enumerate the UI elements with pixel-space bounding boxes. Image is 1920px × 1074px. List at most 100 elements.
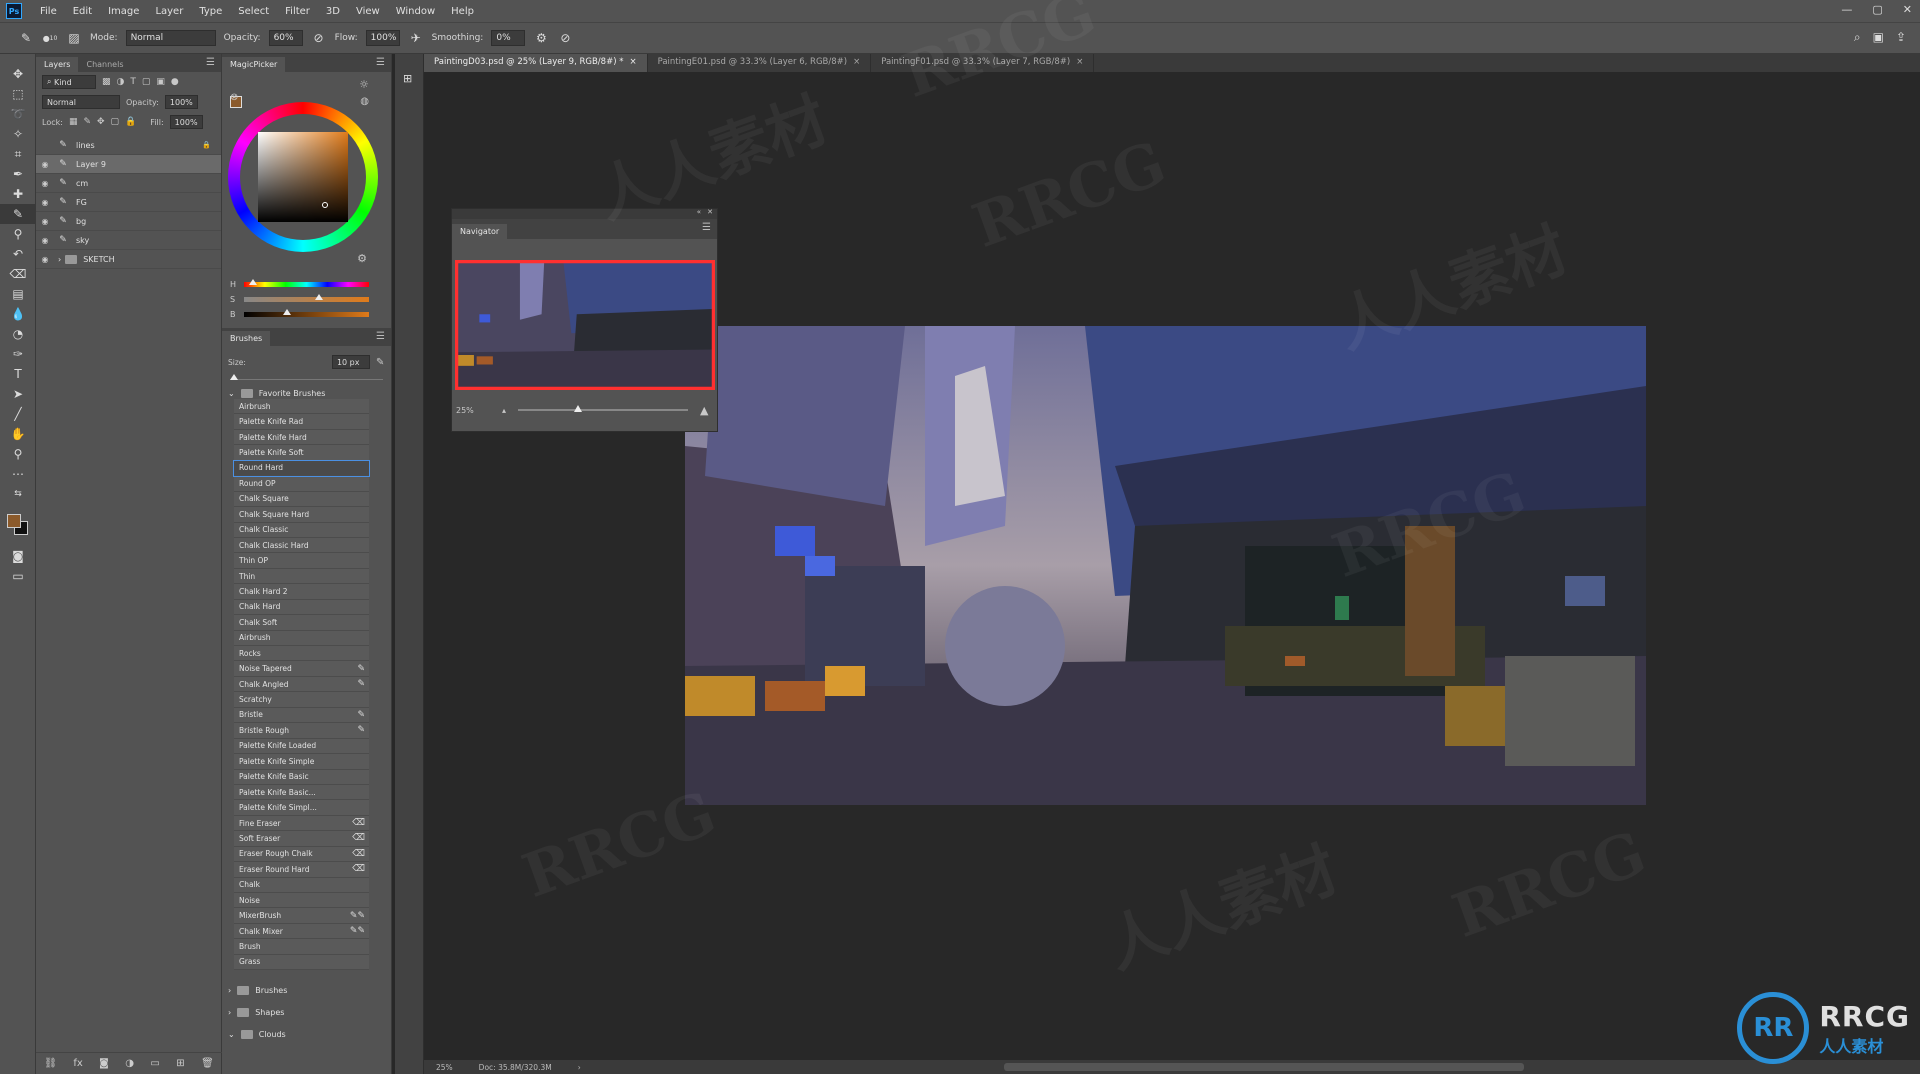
- brush-item[interactable]: Eraser Round Hard ⌫: [234, 862, 369, 878]
- settings-sun-icon[interactable]: ☼: [359, 78, 369, 91]
- panel-menu-icon[interactable]: ☰: [376, 57, 385, 68]
- brush-tool-icon[interactable]: ✎: [18, 30, 34, 46]
- menu-select[interactable]: Select: [230, 6, 277, 17]
- hsb-slider[interactable]: [244, 294, 369, 302]
- layer-kind-filter[interactable]: ⌕ Kind: [42, 75, 96, 89]
- brush-item[interactable]: Chalk Soft: [234, 615, 369, 631]
- close-tab-icon[interactable]: ×: [629, 57, 636, 67]
- brush-item[interactable]: Round Hard: [233, 459, 370, 478]
- close-icon[interactable]: ✕: [707, 208, 713, 216]
- visibility-eye-icon[interactable]: ◉: [36, 217, 54, 226]
- visibility-eye-icon[interactable]: ◉: [36, 160, 54, 169]
- brush-size-field[interactable]: 10 px: [331, 355, 370, 369]
- brush-tool-icon[interactable]: ✎: [0, 204, 36, 224]
- brush-item[interactable]: Palette Knife Rad: [234, 414, 369, 430]
- brush-item[interactable]: Airbrush: [234, 399, 369, 415]
- navigator-zoom-slider[interactable]: [518, 405, 689, 412]
- add-mask-icon[interactable]: ◙: [99, 1058, 109, 1069]
- brush-item[interactable]: Bristle ✎: [234, 707, 369, 724]
- layer-row[interactable]: ✎ lines 🔒: [36, 136, 221, 155]
- menu-file[interactable]: File: [32, 6, 65, 17]
- hand-tool-icon[interactable]: ✋: [0, 424, 36, 444]
- brush-item[interactable]: Thin: [234, 568, 369, 585]
- blur-tool-icon[interactable]: 💧: [0, 304, 36, 324]
- pressure-size-icon[interactable]: ⊘: [557, 30, 573, 46]
- link-layers-icon[interactable]: ⛓: [44, 1058, 57, 1069]
- lasso-tool-icon[interactable]: ➰: [0, 104, 36, 124]
- pen-tool-icon[interactable]: ✑: [0, 344, 36, 364]
- new-group-icon[interactable]: ▭: [150, 1058, 159, 1069]
- filter-type-icon[interactable]: T: [130, 77, 136, 87]
- layer-fill-field[interactable]: 100%: [169, 115, 203, 129]
- menu-help[interactable]: Help: [443, 6, 482, 17]
- brush-item[interactable]: Palette Knife Basic: [234, 769, 369, 785]
- visibility-eye-icon[interactable]: ◉: [36, 236, 54, 245]
- navigator-zoom-field[interactable]: 25%: [456, 406, 490, 415]
- menu-view[interactable]: View: [348, 6, 388, 17]
- status-arrow-icon[interactable]: ›: [578, 1063, 581, 1072]
- lock-all-icon[interactable]: 🔒: [125, 117, 136, 127]
- brush-item[interactable]: Chalk Hard 2: [234, 584, 369, 600]
- zoom-in-icon[interactable]: ▲: [700, 404, 708, 417]
- tab-magicpicker[interactable]: MagicPicker: [222, 57, 286, 72]
- close-tab-icon[interactable]: ×: [1076, 57, 1083, 67]
- menu-layer[interactable]: Layer: [147, 6, 191, 17]
- hsb-slider-knob[interactable]: [315, 294, 323, 300]
- layer-row[interactable]: ◉ ✎ Layer 9: [36, 155, 221, 174]
- brush-item[interactable]: Palette Knife Soft: [234, 445, 369, 461]
- brush-item[interactable]: Airbrush: [234, 630, 369, 646]
- brush-group-brushes[interactable]: › Brushes: [222, 979, 392, 1001]
- menu-type[interactable]: Type: [191, 6, 230, 17]
- type-tool-icon[interactable]: T: [0, 364, 36, 384]
- filter-pixel-icon[interactable]: ▩: [102, 77, 111, 87]
- lock-transparent-icon[interactable]: ▦: [69, 117, 78, 127]
- brush-item[interactable]: Palette Knife Loaded: [234, 738, 369, 755]
- quick-mask-icon[interactable]: ◙: [0, 546, 36, 566]
- panel-menu-icon[interactable]: ☰: [376, 331, 385, 342]
- navigator-thumbnail[interactable]: [455, 260, 715, 390]
- brush-preset-picker-icon[interactable]: ● 10: [42, 30, 58, 46]
- brush-item[interactable]: Chalk Square: [234, 491, 369, 508]
- zoom-tool-icon[interactable]: ⚲: [0, 444, 36, 464]
- path-select-tool-icon[interactable]: ➤: [0, 384, 36, 404]
- document-tab[interactable]: PaintingD03.psd @ 25% (Layer 9, RGB/8#) …: [424, 54, 648, 72]
- menu-window[interactable]: Window: [388, 6, 443, 17]
- collapse-icon[interactable]: «: [697, 208, 701, 216]
- menu-3d[interactable]: 3D: [318, 6, 348, 17]
- filter-toggle-icon[interactable]: ●: [171, 77, 179, 87]
- new-layer-icon[interactable]: ⊞: [176, 1058, 184, 1069]
- horizontal-scrollbar[interactable]: [1004, 1063, 1524, 1071]
- saturation-brightness-square[interactable]: [258, 132, 348, 222]
- layer-row[interactable]: ◉ ✎ cm: [36, 174, 221, 193]
- blend-mode-select[interactable]: Normal: [42, 95, 120, 109]
- layer-row[interactable]: ◉ › SKETCH: [36, 250, 221, 269]
- maximize-icon[interactable]: ▢: [1872, 3, 1882, 16]
- brush-group-shapes[interactable]: › Shapes: [222, 1001, 392, 1023]
- hsb-slider[interactable]: [244, 309, 369, 317]
- brush-item[interactable]: Palette Knife Simpl...: [234, 800, 369, 816]
- clone-stamp-tool-icon[interactable]: ⚲: [0, 224, 36, 244]
- menu-image[interactable]: Image: [100, 6, 147, 17]
- panel-menu-icon[interactable]: ☰: [702, 222, 711, 233]
- brush-item[interactable]: Chalk Square Hard: [234, 507, 369, 523]
- panel-menu-icon[interactable]: ☰: [206, 57, 215, 68]
- workspace-icon[interactable]: ▣: [1873, 30, 1884, 45]
- delete-layer-icon[interactable]: 🗑: [201, 1058, 214, 1069]
- minimize-icon[interactable]: —: [1841, 3, 1852, 16]
- healing-tool-icon[interactable]: ✚: [0, 184, 36, 204]
- brush-item[interactable]: Chalk Classic Hard: [234, 537, 369, 554]
- more-tools-icon[interactable]: ⋯: [0, 464, 36, 484]
- brush-item[interactable]: Eraser Rough Chalk ⌫: [234, 846, 369, 863]
- marquee-tool-icon[interactable]: ⬚: [0, 84, 36, 104]
- brush-item[interactable]: Palette Knife Basic...: [234, 784, 369, 801]
- lock-artboard-icon[interactable]: ▢: [111, 117, 120, 127]
- visibility-eye-icon[interactable]: ◉: [36, 198, 54, 207]
- new-brush-icon[interactable]: ✎: [376, 357, 384, 368]
- screen-mode-icon[interactable]: ▭: [0, 566, 36, 586]
- brush-item[interactable]: Chalk Angled ✎: [234, 676, 369, 693]
- eraser-tool-icon[interactable]: ⌫: [0, 264, 36, 284]
- fx-icon[interactable]: fx: [73, 1058, 82, 1069]
- foreground-color-well[interactable]: [7, 514, 21, 528]
- airbrush-icon[interactable]: ✈: [408, 30, 424, 46]
- tab-layers[interactable]: Layers: [36, 57, 79, 72]
